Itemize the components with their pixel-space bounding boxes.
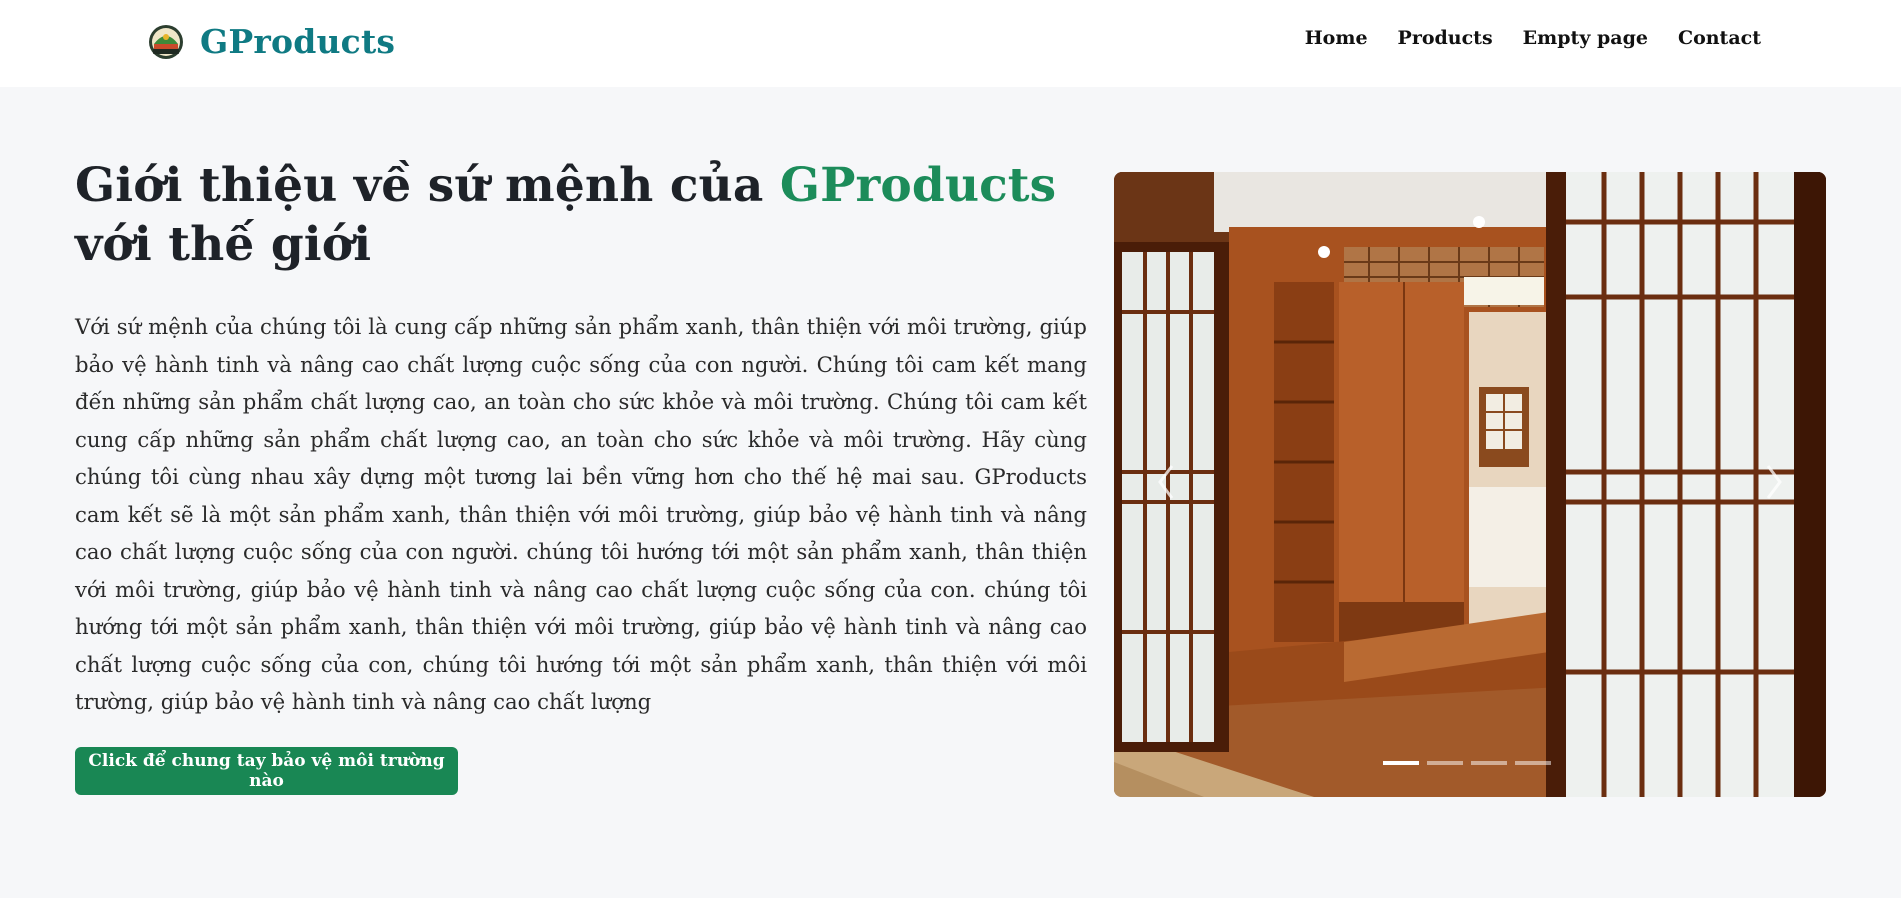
carousel-indicator-4[interactable] (1515, 761, 1551, 765)
hero-title: Giới thiệu về sứ mệnh của GProducts với … (75, 156, 1087, 274)
hero-intro: Giới thiệu về sứ mệnh của GProducts với … (75, 156, 1087, 721)
carousel-indicators (1383, 761, 1551, 765)
top-navbar: GProducts Home Products Empty page Conta… (0, 0, 1901, 87)
carousel-next-button[interactable] (1742, 442, 1802, 522)
nav-empty-page-link[interactable]: Empty page (1523, 24, 1648, 52)
carousel-indicator-1[interactable] (1383, 761, 1419, 765)
chevron-left-icon (1158, 465, 1174, 499)
hero-title-end: với thế giới (75, 217, 372, 272)
main-nav: Home Products Empty page Contact (1305, 24, 1761, 52)
nav-home-link[interactable]: Home (1305, 24, 1368, 52)
carousel-indicator-2[interactable] (1427, 761, 1463, 765)
image-carousel (1114, 172, 1826, 797)
hero-title-start: Giới thiệu về sứ mệnh của (75, 158, 780, 213)
chevron-right-icon (1766, 465, 1782, 499)
nav-products-link[interactable]: Products (1398, 24, 1493, 52)
carousel-indicator-3[interactable] (1471, 761, 1507, 765)
nav-contact-link[interactable]: Contact (1678, 24, 1761, 52)
hero-description: Với sứ mệnh của chúng tôi là cung cấp nh… (75, 314, 1087, 714)
brand-name: GProducts (200, 22, 396, 61)
brand-link[interactable]: GProducts (148, 22, 395, 62)
hero-title-brand: GProducts (779, 158, 1057, 213)
brand-logo-icon (149, 25, 183, 59)
carousel-prev-button[interactable] (1138, 442, 1198, 522)
carousel-slide-image (1114, 172, 1826, 797)
join-hands-button[interactable]: Click để chung tay bảo vệ môi trường nào (75, 747, 458, 795)
